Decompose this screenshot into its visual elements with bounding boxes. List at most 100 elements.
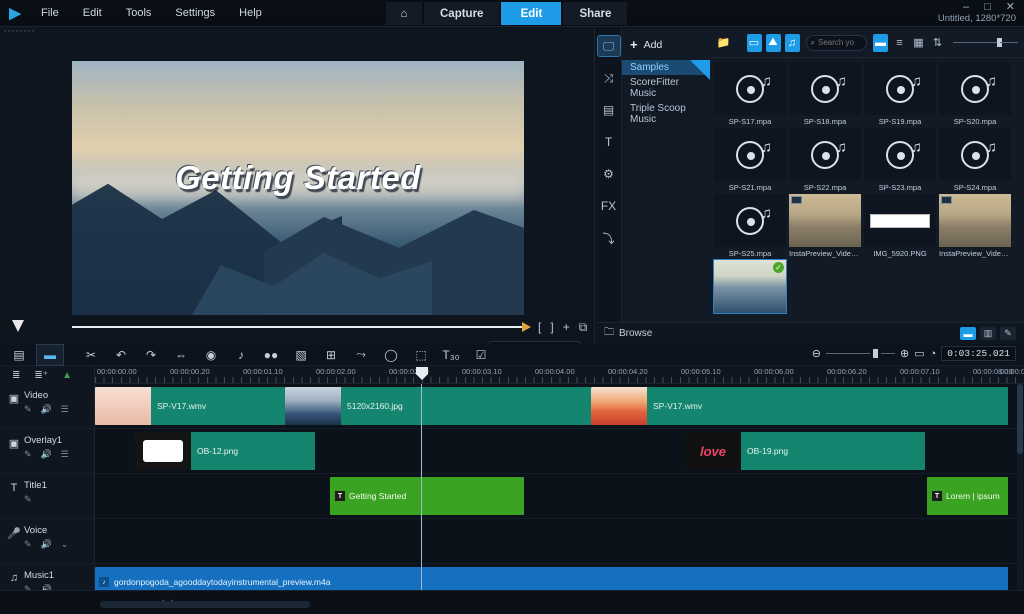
tree-item-scorefitter[interactable]: ScoreFitter Music <box>622 75 710 101</box>
menu-edit[interactable]: Edit <box>72 3 113 23</box>
lock-icon[interactable]: ☰ <box>61 404 69 415</box>
sort-icon[interactable]: ⇅ <box>930 34 945 52</box>
tab-edit[interactable]: Edit <box>500 2 563 25</box>
scrub-bar[interactable]: [ ] + ⧉ <box>10 320 588 336</box>
search-input[interactable] <box>817 38 862 47</box>
media-item[interactable]: ♫ SP-S20.mpa <box>939 62 1011 126</box>
media-item[interactable]: ♫ SP-S25.mpa <box>714 194 786 258</box>
scrub-playhead[interactable] <box>522 322 531 332</box>
lock-icon[interactable]: ☰ <box>61 449 69 460</box>
scrub-start-marker[interactable] <box>12 320 24 332</box>
timeline-horizontal-scrollbar[interactable] <box>100 601 310 608</box>
timeline-ruler[interactable]: 00:00:00.00 00:00:00.20 00:00:01.10 00:0… <box>95 366 1024 384</box>
tab-share[interactable]: Share <box>562 2 629 25</box>
speed-remap-icon[interactable]: ⤳ <box>346 345 376 365</box>
thumbnail-view-icon[interactable]: ▬ <box>872 33 888 52</box>
timeline-view-icon[interactable]: ▬ <box>36 343 64 366</box>
media-item[interactable]: ♫ SP-S23.mpa <box>864 128 936 192</box>
menu-tools[interactable]: Tools <box>115 3 163 23</box>
text-icon[interactable]: T <box>598 132 620 152</box>
media-item[interactable]: ♫ SP-S18.mpa <box>789 62 861 126</box>
media-item[interactable]: InstaPreview_Video.mp4 <box>939 194 1011 258</box>
timeline-clip[interactable]: SP-V17.wmv <box>95 387 285 425</box>
library-search[interactable]: ⌕ <box>805 34 867 51</box>
timeline-clip[interactable]: OB-12.png <box>135 432 315 470</box>
edit-icon[interactable]: ✎ <box>24 494 32 505</box>
mark-in-icon[interactable]: [ <box>538 320 541 335</box>
timeline-vertical-scrollbar[interactable] <box>1017 384 1023 590</box>
maximize-button[interactable]: □ <box>981 1 994 13</box>
track-header-overlay1[interactable]: ▣ Overlay1 ✎ 🔊 ☰ <box>0 429 94 474</box>
clock-icon[interactable]: ◔ <box>930 348 937 360</box>
chevron-down-icon[interactable]: ⌄ <box>61 539 69 550</box>
library-zoom-slider[interactable] <box>952 38 1018 47</box>
mix-audio-icon[interactable]: ♪ <box>226 345 256 365</box>
add-cue-icon[interactable]: + <box>563 320 570 335</box>
fx-icon[interactable]: FX <box>598 196 620 216</box>
title-template-icon[interactable]: ▤ <box>598 100 620 120</box>
mute-icon[interactable]: 🔊 <box>41 449 52 460</box>
import-media-icon[interactable]: 📁 <box>716 34 731 52</box>
timeline-title-clip[interactable]: T Lorem | ipsum <box>927 477 1008 515</box>
grid-view-icon[interactable]: ▦ <box>911 34 926 52</box>
browse-button[interactable]: 🗀 Browse <box>604 325 652 342</box>
menu-help[interactable]: Help <box>228 3 273 23</box>
library-view-icon[interactable]: ▬ <box>960 327 976 340</box>
scrub-track[interactable] <box>72 326 522 328</box>
timeline-clip[interactable]: SP-V17.wmv <box>591 387 1008 425</box>
timeline-clip[interactable]: love OB-19.png <box>685 432 925 470</box>
undo-icon[interactable]: ↶ <box>106 345 136 365</box>
menu-file[interactable]: File <box>30 3 70 23</box>
track-row-overlay1[interactable]: OB-12.png love OB-19.png <box>95 429 1024 474</box>
ripple-edit-icon[interactable]: ⇔ <box>166 345 196 365</box>
timeline-clip[interactable]: 5120x2160.jpg <box>285 387 591 425</box>
subtitle-editor-icon[interactable]: ▧ <box>286 345 316 365</box>
media-item[interactable]: ♫ SP-S24.mpa <box>939 128 1011 192</box>
track-header-video[interactable]: ▣ Video ✎ 🔊 ☰ <box>0 384 94 429</box>
mask-creator-icon[interactable]: ◯ <box>376 345 406 365</box>
mute-icon[interactable]: 🔊 <box>41 539 52 550</box>
track-row-voice[interactable] <box>95 519 1024 564</box>
edit-icon[interactable]: ✎ <box>24 539 32 550</box>
tab-capture[interactable]: Capture <box>423 2 501 25</box>
video-preview-frame[interactable]: Getting Started <box>72 61 524 315</box>
menu-settings[interactable]: Settings <box>164 3 226 23</box>
media-item[interactable]: ♫ SP-S17.mpa <box>714 62 786 126</box>
mute-icon[interactable]: 🔊 <box>41 404 52 415</box>
track-row-title1[interactable]: T Getting Started T Lorem | ipsum <box>95 474 1024 519</box>
fit-timeline-icon[interactable]: ▭ <box>914 347 924 360</box>
timeline-title-clip[interactable]: T Getting Started <box>330 477 524 515</box>
tab-home[interactable]: ⌂ <box>385 2 423 25</box>
list-view-icon[interactable]: ≡ <box>892 34 907 52</box>
video-stabilizer-icon[interactable]: ⬚ <box>406 345 436 365</box>
filter-photo-icon[interactable]: ⛰ <box>765 33 781 52</box>
media-item[interactable]: InstaPreview_VideoPart... <box>789 194 861 258</box>
track-header-title1[interactable]: T Title1 ✎ <box>0 474 94 519</box>
enlarge-preview-icon[interactable]: ⧉ <box>579 320 588 335</box>
path-icon[interactable]: ⤵ <box>598 228 620 248</box>
split-view-icon[interactable]: ▥ <box>980 327 996 340</box>
minimize-button[interactable]: – <box>960 1 972 13</box>
media-item-selected[interactable]: ✓ 5120x2160.jpg <box>713 259 787 314</box>
transition-icon[interactable]: ⤨ <box>598 68 620 88</box>
add-media-button[interactable]: + Add <box>622 28 710 60</box>
graphic-icon[interactable]: ⚙ <box>598 164 620 184</box>
timeline-playhead[interactable] <box>421 384 422 590</box>
filter-audio-icon[interactable]: ♫ <box>784 33 800 52</box>
zoom-in-icon[interactable]: ⊕ <box>900 347 909 360</box>
edit-view-icon[interactable]: ✎ <box>1000 327 1016 340</box>
track-header-voice[interactable]: 🎤 Voice ✎ 🔊 ⌄ <box>0 519 94 564</box>
panel-grip[interactable] <box>0 28 594 33</box>
filter-video-icon[interactable]: ▭ <box>746 33 762 52</box>
render-preview-icon[interactable]: ☑ <box>466 345 496 365</box>
storyboard-view-icon[interactable]: ▤ <box>4 345 34 365</box>
record-capture-icon[interactable]: ◉ <box>196 345 226 365</box>
edit-icon[interactable]: ✎ <box>24 404 32 415</box>
zoom-out-icon[interactable]: ⊖ <box>812 347 821 360</box>
multicam-editor-icon[interactable]: ⊞ <box>316 345 346 365</box>
keyframe-icon[interactable]: ▲ <box>62 370 72 381</box>
track-manager-icon[interactable]: ≣ <box>12 370 20 381</box>
cut-icon[interactable]: ✂ <box>76 345 106 365</box>
mark-out-icon[interactable]: ] <box>550 320 553 335</box>
media-item[interactable]: ♫ SP-S22.mpa <box>789 128 861 192</box>
